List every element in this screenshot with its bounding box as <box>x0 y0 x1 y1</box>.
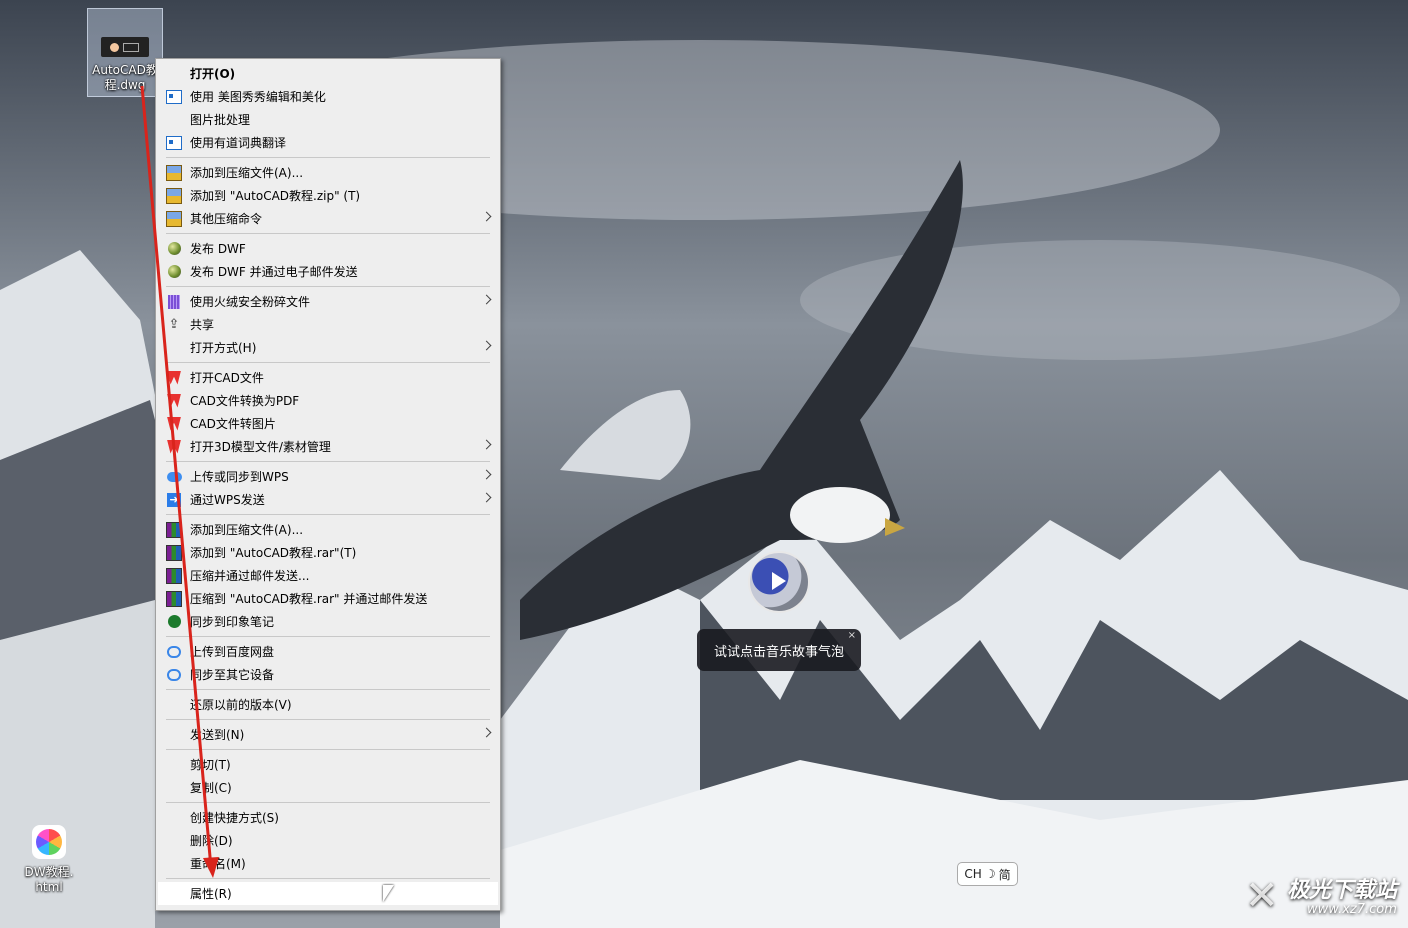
share-icon: ⇪ <box>168 317 180 332</box>
baidu-netdisk-icon <box>166 644 182 660</box>
menu-item-baidu-upload[interactable]: 上传到百度网盘 <box>158 640 498 663</box>
menu-item-open-with[interactable]: 打开方式(H) <box>158 336 498 359</box>
menu-item-open-cad[interactable]: 打开CAD文件 <box>158 366 498 389</box>
ime-mode: 简 <box>998 867 1011 882</box>
menu-separator <box>166 719 490 720</box>
menu-item-publish-dwf[interactable]: 发布 DWF <box>158 237 498 260</box>
chevron-right-icon <box>481 439 492 450</box>
autocad-file-label-1: AutoCAD教 <box>92 63 158 77</box>
dwg-file-icon <box>101 37 149 57</box>
mouse-cursor-icon <box>383 885 394 902</box>
baidu-netdisk-icon <box>166 667 182 683</box>
chevron-right-icon <box>481 727 492 738</box>
context-menu: 打开(O) 使用 美图秀秀编辑和美化 图片批处理 使用有道词典翻译 添加到压缩文… <box>155 58 501 911</box>
shredder-icon <box>166 294 182 310</box>
globe-icon <box>166 264 182 280</box>
music-bubble-toast: 试试点击音乐故事气泡 × <box>697 629 861 671</box>
menu-item-cut[interactable]: 剪切(T) <box>158 753 498 776</box>
menu-item-add-zip[interactable]: 添加到 "AutoCAD教程.zip" (T) <box>158 184 498 207</box>
html-file-icon <box>32 825 66 859</box>
archive-icon <box>166 210 182 227</box>
menu-item-baidu-sync[interactable]: 同步至其它设备 <box>158 663 498 686</box>
menu-separator <box>166 878 490 879</box>
archive-icon <box>166 164 182 181</box>
chevron-right-icon <box>481 469 492 480</box>
dictionary-icon <box>166 135 182 151</box>
watermark-name: 极光下载站 <box>1287 878 1398 903</box>
cloud-upload-icon <box>166 469 182 485</box>
picture-icon <box>166 89 182 105</box>
menu-item-send-wps[interactable]: ➜ 通过WPS发送 <box>158 488 498 511</box>
menu-item-rar-email[interactable]: 压缩并通过邮件发送... <box>158 564 498 587</box>
menu-item-rar-named-email[interactable]: 压缩到 "AutoCAD教程.rar" 并通过邮件发送 <box>158 587 498 610</box>
autocad-file-label-2: 程.dwg <box>104 78 146 92</box>
menu-item-properties[interactable]: 属性(R) <box>158 882 498 905</box>
menu-item-open[interactable]: 打开(O) <box>158 62 498 85</box>
play-icon <box>772 572 786 590</box>
menu-item-send-to[interactable]: 发送到(N) <box>158 723 498 746</box>
menu-item-other-compress[interactable]: 其他压缩命令 <box>158 207 498 230</box>
menu-separator <box>166 802 490 803</box>
globe-icon <box>166 241 182 257</box>
wps-icon <box>166 370 182 386</box>
wps-icon <box>166 416 182 432</box>
menu-separator <box>166 514 490 515</box>
winrar-icon <box>166 567 182 584</box>
menu-item-restore-versions[interactable]: 还原以前的版本(V) <box>158 693 498 716</box>
menu-separator <box>166 689 490 690</box>
chevron-right-icon <box>481 492 492 503</box>
menu-item-delete[interactable]: 删除(D) <box>158 829 498 852</box>
archive-icon <box>166 187 182 204</box>
menu-item-share[interactable]: ⇪ 共享 <box>158 313 498 336</box>
moon-icon: ☽ <box>984 867 996 881</box>
menu-item-shred[interactable]: 使用火绒安全粉碎文件 <box>158 290 498 313</box>
wps-icon <box>166 439 182 455</box>
menu-item-cad-to-pdf[interactable]: CAD文件转换为PDF <box>158 389 498 412</box>
dw-file-label-1: DW教程. <box>24 865 74 879</box>
menu-separator <box>166 362 490 363</box>
chevron-right-icon <box>481 340 492 351</box>
evernote-icon <box>166 614 182 630</box>
menu-item-add-archive[interactable]: 添加到压缩文件(A)... <box>158 161 498 184</box>
xz7-logo-icon: ✕ <box>1245 873 1279 919</box>
menu-item-meitu[interactable]: 使用 美图秀秀编辑和美化 <box>158 85 498 108</box>
winrar-icon <box>166 590 182 607</box>
ime-lang: CH <box>964 867 982 881</box>
menu-item-batch-images[interactable]: 图片批处理 <box>158 108 498 131</box>
chevron-right-icon <box>481 294 492 305</box>
menu-item-publish-dwf-email[interactable]: 发布 DWF 并通过电子邮件发送 <box>158 260 498 283</box>
menu-item-cad-to-image[interactable]: CAD文件转图片 <box>158 412 498 435</box>
menu-separator <box>166 286 490 287</box>
winrar-icon <box>166 521 182 538</box>
winrar-icon <box>166 544 182 561</box>
autocad-file-icon[interactable]: AutoCAD教 程.dwg <box>87 8 163 97</box>
menu-item-copy[interactable]: 复制(C) <box>158 776 498 799</box>
menu-item-upload-wps[interactable]: 上传或同步到WPS <box>158 465 498 488</box>
menu-separator <box>166 749 490 750</box>
menu-separator <box>166 157 490 158</box>
wps-icon <box>166 393 182 409</box>
watermark-url: www.xz7.com <box>1307 902 1397 917</box>
menu-separator <box>166 233 490 234</box>
chevron-right-icon <box>481 211 492 222</box>
menu-item-rename[interactable]: 重命名(M) <box>158 852 498 875</box>
dw-file-label-2: html <box>35 880 63 894</box>
menu-item-create-shortcut[interactable]: 创建快捷方式(S) <box>158 806 498 829</box>
menu-item-evernote[interactable]: 同步到印象笔记 <box>158 610 498 633</box>
music-bubble-text: 试试点击音乐故事气泡 <box>713 644 844 660</box>
menu-item-rar-add[interactable]: 添加到压缩文件(A)... <box>158 518 498 541</box>
menu-item-open-3d[interactable]: 打开3D模型文件/素材管理 <box>158 435 498 458</box>
menu-separator <box>166 461 490 462</box>
dw-html-file-icon[interactable]: DW教程. html <box>12 815 86 905</box>
music-bubble-button[interactable] <box>748 551 810 613</box>
send-icon: ➜ <box>166 492 182 508</box>
ime-indicator[interactable]: CH ☽ 简 <box>957 862 1018 886</box>
menu-item-youdao[interactable]: 使用有道词典翻译 <box>158 131 498 154</box>
close-icon[interactable]: × <box>848 630 856 641</box>
menu-separator <box>166 636 490 637</box>
menu-item-rar-add-named[interactable]: 添加到 "AutoCAD教程.rar"(T) <box>158 541 498 564</box>
